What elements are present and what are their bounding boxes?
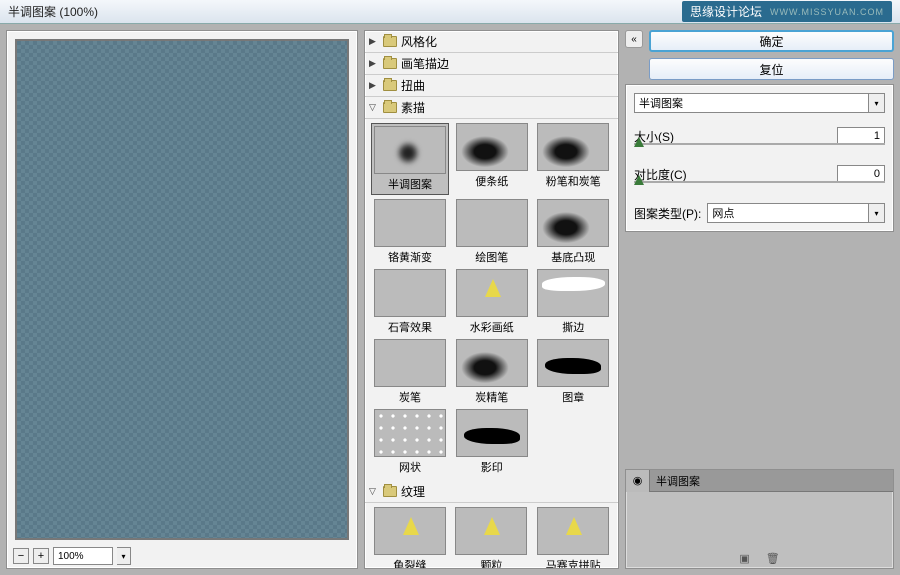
sketch-thumbs: 半调图案 便条纸 粉笔和炭笔 铬黄渐变 绘图笔 基底凸现 石膏效果 水彩画纸 撕… xyxy=(365,119,618,481)
filter-dropdown[interactable]: 半调图案 ▾ xyxy=(634,93,885,113)
zoom-out-button[interactable]: − xyxy=(13,548,29,564)
thumb-stamp[interactable]: 图章 xyxy=(535,339,613,405)
preview-canvas[interactable] xyxy=(15,39,349,540)
texture-thumbs: 龟裂缝 颗粒 马赛克拼贴 xyxy=(365,503,618,568)
collapse-button[interactable]: « xyxy=(625,30,643,48)
zoom-field[interactable] xyxy=(53,547,113,565)
chevron-right-icon: ▶ xyxy=(369,36,379,47)
folder-icon xyxy=(383,486,397,497)
category-distort[interactable]: ▶扭曲 xyxy=(365,75,618,97)
eye-icon[interactable]: ◉ xyxy=(626,470,650,492)
thumb-craquelure[interactable]: 龟裂缝 xyxy=(371,507,449,568)
titlebar: 半调图案 (100%) 思缘设计论坛 WWW.MISSYUAN.COM xyxy=(0,0,900,24)
folder-icon xyxy=(383,58,397,69)
thumb-torn-edges[interactable]: 撕边 xyxy=(535,269,613,335)
thumb-photocopy[interactable]: 影印 xyxy=(453,409,531,475)
thumb-halftone[interactable]: 半调图案 xyxy=(371,123,449,195)
thumb-conte[interactable]: 炭精笔 xyxy=(453,339,531,405)
right-column: « 确定 复位 半调图案 ▾ 大小(S) xyxy=(625,30,894,569)
thumb-reticulation[interactable]: 网状 xyxy=(371,409,449,475)
category-stylize[interactable]: ▶风格化 xyxy=(365,31,618,53)
window-title: 半调图案 (100%) xyxy=(8,3,98,20)
preview-pane: − + ▾ xyxy=(6,30,358,569)
reset-button[interactable]: 复位 xyxy=(649,58,894,80)
chevron-down-icon: ▾ xyxy=(868,94,884,112)
thumb-notepaper[interactable]: 便条纸 xyxy=(453,123,531,195)
new-layer-icon[interactable]: ▣ xyxy=(739,552,749,565)
thumb-grain[interactable]: 颗粒 xyxy=(453,507,531,568)
chevron-right-icon: ▶ xyxy=(369,58,379,69)
chevron-down-icon: ▽ xyxy=(369,102,379,113)
folder-icon xyxy=(383,36,397,47)
layer-name: 半调图案 xyxy=(650,473,706,489)
forum-name: 思缘设计论坛 xyxy=(690,3,762,20)
category-brush[interactable]: ▶画笔描边 xyxy=(365,53,618,75)
chevron-right-icon: ▶ xyxy=(369,80,379,91)
pattern-type-label: 图案类型(P): xyxy=(634,205,701,222)
contrast-slider[interactable] xyxy=(634,175,885,189)
delete-layer-icon[interactable]: 🗑 xyxy=(766,552,780,565)
size-slider[interactable] xyxy=(634,137,885,151)
folder-icon xyxy=(383,80,397,91)
effect-layers: ◉ 半调图案 ▣ 🗑 xyxy=(625,469,894,569)
zoom-in-button[interactable]: + xyxy=(33,548,49,564)
thumb-plaster[interactable]: 石膏效果 xyxy=(371,269,449,335)
category-texture[interactable]: ▽纹理 xyxy=(365,481,618,503)
thumb-charcoal[interactable]: 炭笔 xyxy=(371,339,449,405)
filter-gallery: ▶风格化 ▶画笔描边 ▶扭曲 ▽素描 半调图案 便条纸 粉笔和炭笔 铬黄渐变 绘… xyxy=(364,30,619,569)
thumb-water-paper[interactable]: 水彩画纸 xyxy=(453,269,531,335)
filter-settings: 半调图案 ▾ 大小(S) 对比度(C) xyxy=(625,84,894,232)
folder-icon xyxy=(383,102,397,113)
thumb-graphic-pen[interactable]: 绘图笔 xyxy=(453,199,531,265)
zoom-dropdown[interactable]: ▾ xyxy=(117,547,131,565)
pattern-type-dropdown[interactable]: 网点 ▾ xyxy=(707,203,885,223)
category-sketch[interactable]: ▽素描 xyxy=(365,97,618,119)
thumb-bas-relief[interactable]: 基底凸现 xyxy=(535,199,613,265)
thumb-mosaic[interactable]: 马赛克拼贴 xyxy=(534,507,612,568)
forum-url: WWW.MISSYUAN.COM xyxy=(770,7,884,17)
layer-row[interactable]: ◉ 半调图案 xyxy=(626,470,893,492)
ok-button[interactable]: 确定 xyxy=(649,30,894,52)
chevron-down-icon: ▾ xyxy=(868,204,884,222)
thumb-chalk[interactable]: 粉笔和炭笔 xyxy=(535,123,613,195)
chevron-down-icon: ▽ xyxy=(369,486,379,497)
thumb-chrome[interactable]: 铬黄渐变 xyxy=(371,199,449,265)
